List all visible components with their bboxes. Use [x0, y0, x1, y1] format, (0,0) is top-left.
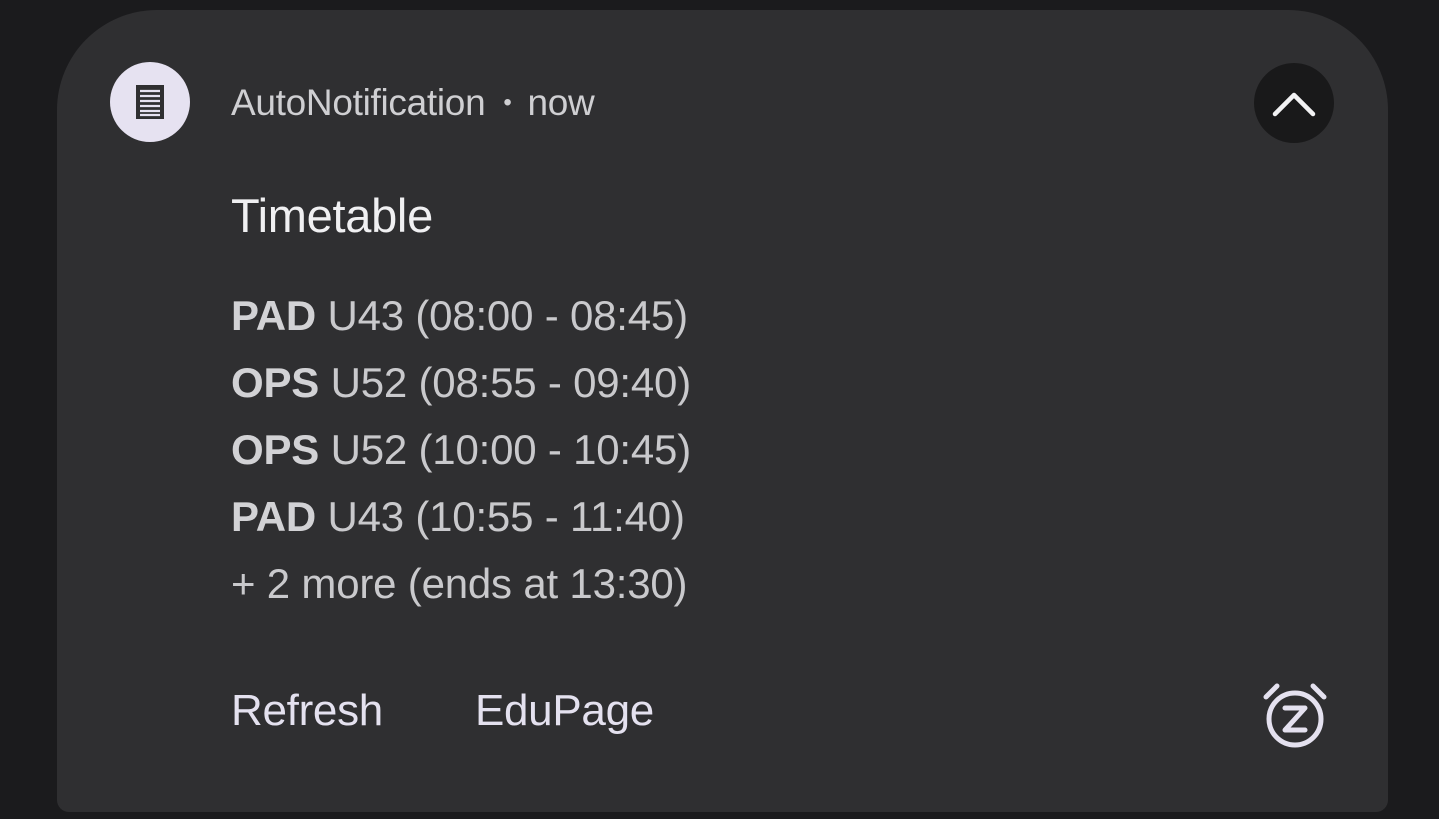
refresh-button[interactable]: Refresh [231, 686, 383, 736]
snooze-button[interactable] [1255, 675, 1335, 755]
notification-actions: Refresh EduPage [231, 686, 654, 736]
edupage-button[interactable]: EduPage [475, 686, 654, 736]
subject-code: PAD [231, 493, 316, 540]
list-item: PAD U43 (10:55 - 11:40) [231, 483, 691, 550]
notification-card[interactable]: AutoNotification • now Timetable PAD U43… [57, 10, 1388, 812]
collapse-button[interactable] [1254, 63, 1334, 143]
lesson-detail: U52 (08:55 - 09:40) [319, 359, 692, 406]
lesson-detail: U43 (10:55 - 11:40) [315, 493, 685, 540]
subject-code: OPS [231, 359, 320, 406]
snooze-alarm-icon [1263, 683, 1327, 748]
more-lessons-summary: + 2 more (ends at 13:30) [231, 560, 688, 607]
notification-title: Timetable [231, 189, 433, 242]
notification-shade: AutoNotification • now Timetable PAD U43… [0, 0, 1439, 819]
notification-header: AutoNotification • now [231, 82, 595, 124]
document-lines-icon [136, 85, 164, 119]
list-item: OPS U52 (08:55 - 09:40) [231, 349, 691, 416]
subject-code: OPS [231, 426, 320, 473]
subject-code: PAD [231, 292, 316, 339]
app-name: AutoNotification [231, 82, 486, 123]
chevron-up-icon [1272, 92, 1316, 117]
list-item: PAD U43 (08:00 - 08:45) [231, 282, 691, 349]
lesson-detail: U43 (08:00 - 08:45) [315, 292, 688, 339]
timetable-list: PAD U43 (08:00 - 08:45) OPS U52 (08:55 -… [231, 282, 691, 617]
list-item: OPS U52 (10:00 - 10:45) [231, 416, 691, 483]
header-separator: • [503, 89, 512, 116]
lesson-detail: U52 (10:00 - 10:45) [319, 426, 692, 473]
app-icon [110, 62, 190, 142]
notification-time: now [527, 82, 595, 123]
